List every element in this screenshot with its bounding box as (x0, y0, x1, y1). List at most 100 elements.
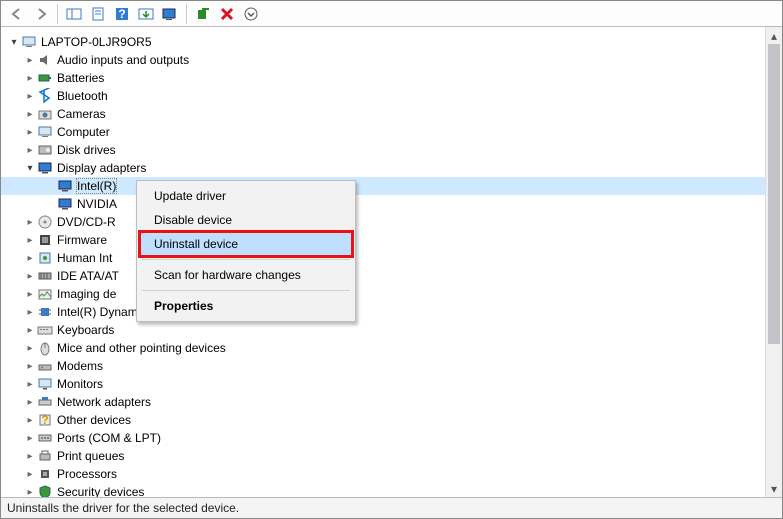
chevron-right-icon[interactable]: ▸ (23, 55, 37, 66)
chevron-right-icon[interactable]: ▸ (23, 145, 37, 156)
tree-category[interactable]: ▾Display adapters (1, 159, 765, 177)
battery-icon (37, 70, 53, 86)
ctx-disable-device[interactable]: Disable device (140, 208, 352, 232)
add-legacy-button[interactable] (191, 3, 215, 25)
category-label: Firmware (57, 233, 107, 247)
chevron-right-icon[interactable]: ▸ (23, 469, 37, 480)
device-tree-area: ▾ LAPTOP-0LJR9OR5 ▸ Audio inputs and outp… (1, 27, 782, 498)
arrow-right-icon (34, 7, 48, 21)
chevron-right-icon[interactable]: ▸ (23, 73, 37, 84)
chevron-right-icon[interactable]: ▸ (23, 361, 37, 372)
close-icon (220, 7, 234, 21)
scan-button[interactable] (158, 3, 182, 25)
root-label: LAPTOP-0LJR9OR5 (41, 35, 152, 49)
tree-category[interactable]: ▸ Keyboards (1, 321, 765, 339)
vertical-scrollbar[interactable]: ▴ ▾ (765, 27, 782, 497)
tree-category[interactable]: ▸ IDE ATA/AT (1, 267, 765, 285)
ctx-properties[interactable]: Properties (140, 294, 352, 318)
chevron-right-icon[interactable]: ▸ (23, 109, 37, 120)
tree-category[interactable]: ▸ Network adapters (1, 393, 765, 411)
chevron-right-icon[interactable]: ▸ (23, 235, 37, 246)
tree-category[interactable]: ▸? Other devices (1, 411, 765, 429)
category-label: DVD/CD-R (57, 215, 116, 229)
help-button[interactable]: ? (110, 3, 134, 25)
category-label: Network adapters (57, 395, 151, 409)
chevron-right-icon[interactable]: ▸ (23, 397, 37, 408)
chevron-right-icon[interactable]: ▸ (23, 487, 37, 498)
tree-category[interactable]: ▸Security devices (1, 483, 765, 497)
tree-category[interactable]: ▸Computer (1, 123, 765, 141)
tree-category[interactable]: ▸Bluetooth (1, 87, 765, 105)
hid-icon (37, 250, 53, 266)
category-label: Other devices (57, 413, 131, 427)
tree-category[interactable]: ▸Monitors (1, 375, 765, 393)
scroll-thumb[interactable] (768, 44, 780, 344)
chevron-right-icon[interactable]: ▸ (23, 415, 37, 426)
chevron-right-icon[interactable]: ▸ (23, 253, 37, 264)
display-icon (57, 196, 73, 212)
tree-device[interactable]: NVIDIA (1, 195, 765, 213)
category-label: Keyboards (57, 323, 114, 337)
tree-category[interactable]: ▸ Print queues (1, 447, 765, 465)
tree-category[interactable]: ▸Modems (1, 357, 765, 375)
chevron-right-icon[interactable]: ▸ (23, 217, 37, 228)
chevron-right-icon[interactable]: ▸ (23, 307, 37, 318)
tree-category[interactable]: ▸Mice and other pointing devices (1, 339, 765, 357)
category-label: Print queues (57, 449, 124, 463)
chevron-down-icon[interactable]: ▾ (23, 163, 37, 174)
toolbar-separator (186, 4, 187, 24)
sheet-icon (91, 7, 105, 21)
status-text: Uninstalls the driver for the selected d… (7, 501, 239, 515)
tree-category[interactable]: ▸Human Int (1, 249, 765, 267)
category-label: Audio inputs and outputs (57, 53, 189, 67)
printer-icon (37, 448, 53, 464)
chevron-right-icon[interactable]: ▸ (23, 127, 37, 138)
chevron-right-icon[interactable]: ▸ (23, 289, 37, 300)
category-label: Processors (57, 467, 117, 481)
update-driver-button[interactable] (134, 3, 158, 25)
ctx-update-driver[interactable]: Update driver (140, 184, 352, 208)
disk-icon (37, 142, 53, 158)
show-hidden-button[interactable] (62, 3, 86, 25)
tree-category[interactable]: ▸Intel(R) Dynamic Platform and Thermal F… (1, 303, 765, 321)
chevron-right-icon[interactable]: ▸ (23, 379, 37, 390)
scroll-down-button[interactable]: ▾ (766, 480, 782, 497)
ctx-separator (142, 290, 350, 291)
properties-toolbar-button[interactable] (86, 3, 110, 25)
svg-text:?: ? (41, 413, 48, 427)
tree-category[interactable]: ▸Ports (COM & LPT) (1, 429, 765, 447)
uninstall-toolbar-button[interactable] (215, 3, 239, 25)
help-icon: ? (115, 7, 129, 21)
tree-category[interactable]: ▸ Cameras (1, 105, 765, 123)
tree-category[interactable]: ▸Batteries (1, 69, 765, 87)
more-button[interactable] (239, 3, 263, 25)
update-icon (138, 7, 154, 21)
keyboard-icon (37, 322, 53, 338)
tree-root[interactable]: ▾ LAPTOP-0LJR9OR5 (1, 33, 765, 51)
chevron-right-icon[interactable]: ▸ (23, 91, 37, 102)
scroll-up-button[interactable]: ▴ (766, 27, 782, 44)
port-icon (37, 430, 53, 446)
tree-category[interactable]: ▸Disk drives (1, 141, 765, 159)
tree-category[interactable]: ▸ Firmware (1, 231, 765, 249)
chevron-right-icon[interactable]: ▸ (23, 271, 37, 282)
tree-category[interactable]: ▸ DVD/CD-R (1, 213, 765, 231)
ctx-uninstall-device[interactable]: Uninstall device (140, 232, 352, 256)
device-tree[interactable]: ▾ LAPTOP-0LJR9OR5 ▸ Audio inputs and outp… (1, 27, 765, 497)
chevron-down-icon[interactable]: ▾ (7, 37, 21, 48)
forward-button[interactable] (29, 3, 53, 25)
chevron-right-icon[interactable]: ▸ (23, 451, 37, 462)
tree-category[interactable]: ▸ Audio inputs and outputs (1, 51, 765, 69)
chevron-right-icon[interactable]: ▸ (23, 343, 37, 354)
tree-category[interactable]: ▸ Processors (1, 465, 765, 483)
tree-category[interactable]: ▸Imaging de (1, 285, 765, 303)
category-label: IDE ATA/AT (57, 269, 119, 283)
ctx-scan-hardware[interactable]: Scan for hardware changes (140, 263, 352, 287)
chevron-right-icon[interactable]: ▸ (23, 433, 37, 444)
category-label: Cameras (57, 107, 106, 121)
status-bar: Uninstalls the driver for the selected d… (1, 498, 782, 518)
back-button[interactable] (5, 3, 29, 25)
tree-device[interactable]: Intel(R) (1, 177, 765, 195)
device-label: Intel(R) (77, 179, 116, 193)
chevron-right-icon[interactable]: ▸ (23, 325, 37, 336)
